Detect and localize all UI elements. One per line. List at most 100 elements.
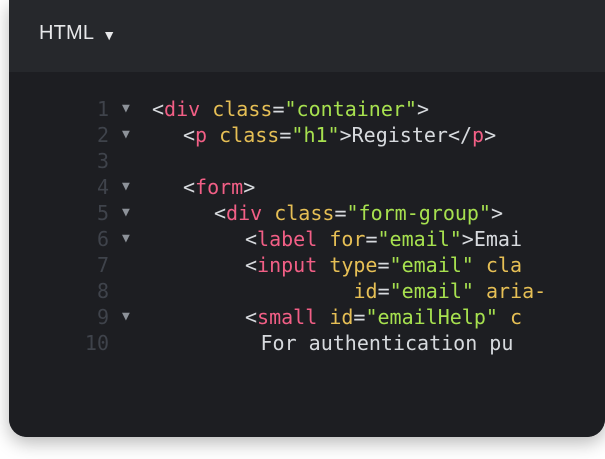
line-number: 10 xyxy=(84,331,109,355)
code-token: = xyxy=(377,253,390,277)
code-token: input xyxy=(257,253,318,277)
code-token: = xyxy=(365,227,378,251)
code-token: aria- xyxy=(485,279,547,303)
code-token: < xyxy=(245,305,258,329)
code-token: form xyxy=(195,175,244,199)
line-number: 5 xyxy=(96,201,109,225)
code-token: = xyxy=(353,305,366,329)
code-text: <div class="container"> xyxy=(152,96,429,122)
code-text: <label for="email">Emai xyxy=(245,226,522,252)
code-line[interactable]: 1 ▼ <div class="container"> xyxy=(9,96,605,122)
code-token: "container" xyxy=(284,97,417,121)
code-token: = xyxy=(272,97,285,121)
code-token: div xyxy=(226,201,263,225)
fold-toggle-icon[interactable]: ▼ xyxy=(122,200,130,226)
code-token: type xyxy=(329,253,378,277)
code-token: > xyxy=(339,123,352,147)
editor-header: HTML ▼ xyxy=(9,0,605,72)
code-token: < xyxy=(245,253,258,277)
fold-toggle-icon[interactable]: ▼ xyxy=(122,304,130,330)
code-token: < xyxy=(183,175,196,199)
line-number: 2 xyxy=(96,123,109,147)
code-text: <div class="form-group"> xyxy=(214,200,503,226)
bottom-fade xyxy=(9,415,605,437)
code-line[interactable]: 6 ▼ <label for="email">Emai xyxy=(9,226,605,252)
code-token: < xyxy=(152,97,165,121)
code-token: p xyxy=(472,123,485,147)
code-token: < xyxy=(245,227,258,251)
code-token: For authentication pu xyxy=(260,331,514,355)
code-token: = xyxy=(377,279,390,303)
fold-toggle-icon[interactable]: ▼ xyxy=(122,122,130,148)
code-token: class xyxy=(212,97,273,121)
language-selector[interactable]: HTML ▼ xyxy=(39,22,116,45)
code-text: id="email" aria- xyxy=(354,278,547,304)
code-line[interactable]: 10 For authentication pu xyxy=(9,330,605,356)
code-token: = xyxy=(334,201,347,225)
code-token: label xyxy=(257,227,318,251)
code-text: <small id="emailHelp" c xyxy=(245,304,522,330)
line-number: 8 xyxy=(96,279,109,303)
code-line[interactable]: 4 ▼ <form> xyxy=(9,174,605,200)
code-line[interactable]: 9 ▼ <small id="emailHelp" c xyxy=(9,304,605,330)
code-token: "h1" xyxy=(291,123,340,147)
code-token: < xyxy=(183,123,196,147)
code-token: Emai xyxy=(473,227,522,251)
code-text: <input type="email" cla xyxy=(245,252,522,278)
code-text: For authentication pu xyxy=(261,330,514,356)
code-token: > xyxy=(484,123,497,147)
code-line[interactable]: 2 ▼ <p class="h1">Register</p> xyxy=(9,122,605,148)
code-token: > xyxy=(490,201,504,225)
code-token: "email" xyxy=(389,253,474,277)
line-number: 6 xyxy=(96,227,109,251)
line-number: 7 xyxy=(96,253,109,277)
code-token: "emailHelp" xyxy=(365,305,498,329)
code-token: for xyxy=(329,227,366,251)
code-token: = xyxy=(279,123,292,147)
line-number: 3 xyxy=(96,149,109,173)
code-token: "form-group" xyxy=(346,201,491,225)
line-number: 1 xyxy=(96,97,109,121)
code-token: Register xyxy=(351,123,448,147)
code-line[interactable]: 8 id="email" aria- xyxy=(9,278,605,304)
code-token: id xyxy=(329,305,354,329)
code-token: class xyxy=(274,201,335,225)
code-text: <p class="h1">Register</p> xyxy=(183,122,496,148)
code-line[interactable]: 7 <input type="email" cla xyxy=(9,252,605,278)
code-token: > xyxy=(416,97,429,121)
code-line[interactable]: 3 xyxy=(9,148,605,174)
code-token: > xyxy=(461,227,474,251)
code-token: class xyxy=(219,123,280,147)
language-label: HTML xyxy=(39,22,95,44)
line-number: 4 xyxy=(96,175,109,199)
triangle-down-icon: ▼ xyxy=(102,26,117,43)
code-area[interactable]: 1 ▼ <div class="container"> 2 ▼ <p class="h1"… xyxy=(9,72,605,437)
fold-toggle-icon[interactable]: ▼ xyxy=(122,96,130,122)
code-editor-window: HTML ▼ 1 ▼ <div class="container"> 2 ▼ <p cla… xyxy=(9,0,605,437)
code-line[interactable]: 5 ▼ <div class="form-group"> xyxy=(9,200,605,226)
code-token: < xyxy=(214,201,227,225)
fold-toggle-icon[interactable]: ▼ xyxy=(122,226,130,252)
code-token: div xyxy=(164,97,201,121)
code-token: p xyxy=(195,123,208,147)
code-token: c xyxy=(509,305,522,329)
code-text: <form> xyxy=(183,174,255,200)
code-token: > xyxy=(243,175,256,199)
code-token: "email" xyxy=(377,227,462,251)
fold-toggle-icon[interactable]: ▼ xyxy=(122,174,130,200)
code-token: id xyxy=(353,279,378,303)
code-token: cla xyxy=(485,253,522,277)
line-number: 9 xyxy=(96,305,109,329)
code-token: </ xyxy=(447,123,473,147)
code-token: small xyxy=(257,305,318,329)
code-token: "email" xyxy=(389,279,474,303)
